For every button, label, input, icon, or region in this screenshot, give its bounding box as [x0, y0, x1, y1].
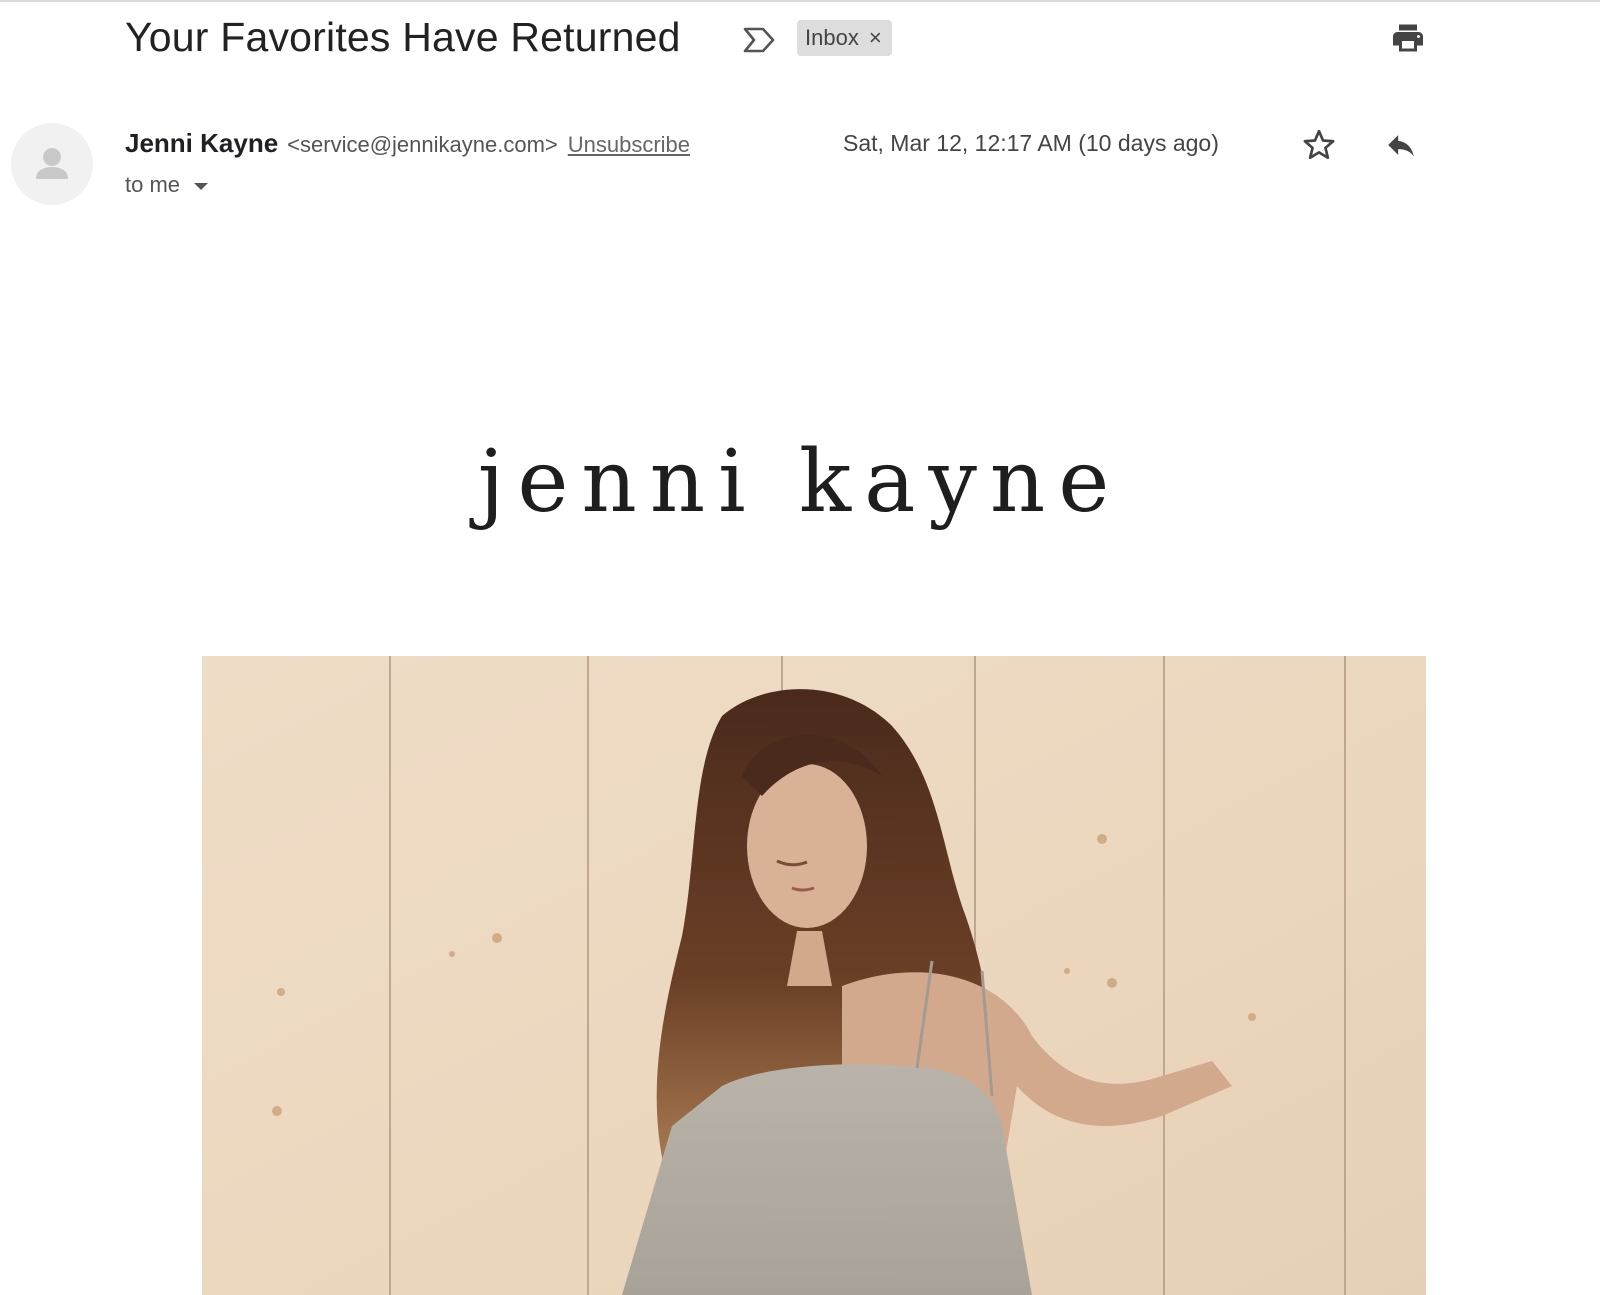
unsubscribe-link[interactable]: Unsubscribe — [568, 132, 690, 158]
importance-marker-icon[interactable] — [742, 25, 776, 55]
recipient-details-toggle[interactable]: to me — [125, 172, 209, 198]
sender-name[interactable]: Jenni Kayne — [125, 128, 278, 159]
person-icon — [36, 148, 68, 179]
caret-down-icon — [194, 182, 209, 190]
top-divider — [0, 0, 1600, 2]
email-subject: Your Favorites Have Returned — [125, 14, 681, 60]
sender-avatar[interactable] — [11, 123, 93, 205]
email-view: Your Favorites Have Returned Inbox × Jen… — [0, 0, 1600, 1295]
recipient-text: to me — [125, 172, 181, 197]
brand-logo: jenni kayne — [477, 432, 1123, 532]
star-outline-icon[interactable] — [1301, 127, 1337, 163]
reply-arrow-icon[interactable] — [1381, 128, 1421, 162]
inbox-label-chip: Inbox × — [797, 20, 892, 56]
hero-image[interactable] — [202, 656, 1426, 1295]
email-date: Sat, Mar 12, 12:17 AM (10 days ago) — [843, 130, 1219, 156]
printer-icon[interactable] — [1390, 20, 1426, 56]
hero-photo-illustration — [202, 656, 1426, 1295]
label-text: Inbox — [805, 25, 859, 50]
remove-label-button[interactable]: × — [869, 25, 882, 51]
sender-email: <service@jennikayne.com> — [287, 132, 558, 157]
sender-line: Jenni Kayne <service@jennikayne.com> Uns… — [125, 128, 690, 159]
